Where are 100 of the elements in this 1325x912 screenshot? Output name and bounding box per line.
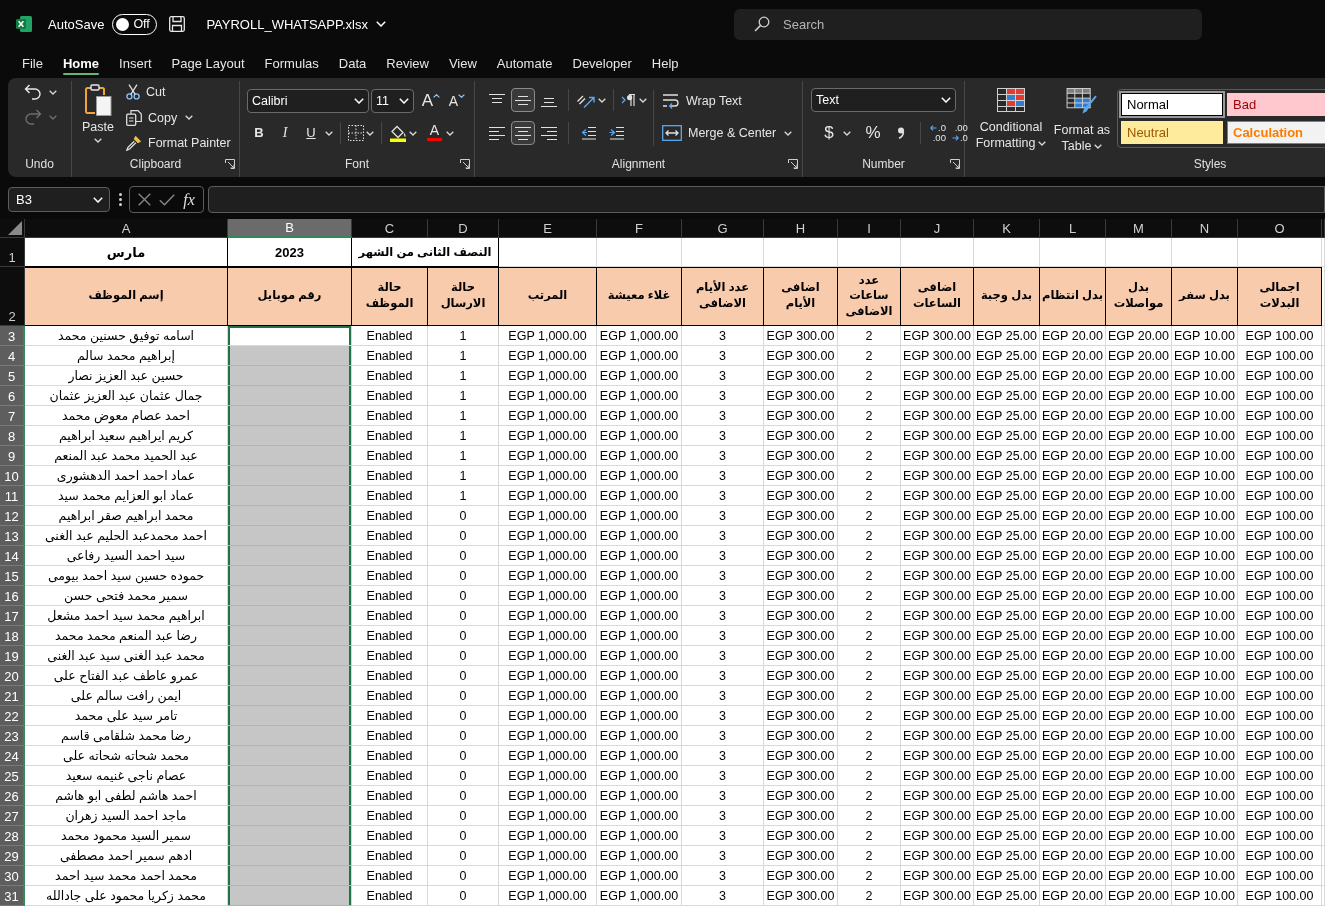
column-header[interactable]: B [228, 219, 352, 238]
insert-function-button[interactable]: fx [183, 190, 195, 209]
menu-tab[interactable]: Review [376, 48, 439, 78]
column-header[interactable]: L [1040, 219, 1106, 238]
selected-cell[interactable] [228, 866, 352, 886]
menu-tab[interactable]: Data [328, 48, 377, 78]
currency-button[interactable]: $ [817, 122, 841, 144]
row-header[interactable]: 15 [0, 566, 25, 586]
row-header[interactable]: 14 [0, 546, 25, 566]
formula-input[interactable] [208, 186, 1325, 213]
select-all-icon[interactable] [8, 221, 22, 235]
cell-style-option[interactable]: Bad [1227, 93, 1325, 116]
row-header[interactable]: 6 [0, 386, 25, 406]
column-header[interactable]: K [974, 219, 1040, 238]
row-header[interactable]: 29 [0, 846, 25, 866]
row-header[interactable]: 4 [0, 346, 25, 366]
decrease-indent-icon[interactable] [581, 126, 597, 140]
selected-cell[interactable] [228, 626, 352, 646]
row-header[interactable]: 16 [0, 586, 25, 606]
column-header[interactable]: M [1106, 219, 1172, 238]
menu-tab[interactable]: Developer [562, 48, 642, 78]
selected-cell[interactable] [228, 806, 352, 826]
selected-cell[interactable] [228, 366, 352, 386]
format-painter-button[interactable]: Format Painter [124, 132, 233, 154]
selected-cell[interactable] [228, 666, 352, 686]
column-header[interactable]: O [1238, 219, 1322, 238]
selected-cell[interactable] [228, 506, 352, 526]
row-header[interactable]: 19 [0, 646, 25, 666]
menu-tab[interactable]: Automate [486, 48, 563, 78]
row-header[interactable]: 30 [0, 866, 25, 886]
row-header[interactable]: 17 [0, 606, 25, 626]
row-header[interactable]: 13 [0, 526, 25, 546]
column-header[interactable]: G [682, 219, 764, 238]
selected-cell[interactable] [228, 546, 352, 566]
row-header[interactable]: 24 [0, 746, 25, 766]
selected-cell[interactable] [228, 746, 352, 766]
row-header[interactable]: 12 [0, 506, 25, 526]
selected-cell[interactable] [228, 766, 352, 786]
selected-cell[interactable] [228, 706, 352, 726]
row-header[interactable]: 1 [0, 238, 25, 267]
selected-cell[interactable] [228, 826, 352, 846]
text-direction-icon[interactable] [621, 93, 637, 107]
selected-cell[interactable] [228, 566, 352, 586]
row-header[interactable]: 26 [0, 786, 25, 806]
column-header[interactable]: E [499, 219, 597, 238]
menu-tab[interactable]: Page Layout [161, 48, 255, 78]
column-header[interactable]: J [901, 219, 974, 238]
search-field[interactable]: Search [734, 8, 1202, 40]
more-icon[interactable] [119, 193, 122, 206]
underline-button[interactable]: U [299, 122, 323, 144]
selected-cell[interactable] [228, 786, 352, 806]
undo-icon[interactable] [24, 84, 42, 100]
comma-style-icon[interactable] [897, 127, 905, 139]
column-header[interactable]: N [1172, 219, 1238, 238]
row-header[interactable]: 2 [0, 267, 25, 326]
italic-button[interactable]: I [273, 122, 297, 144]
fill-bucket-icon[interactable] [389, 124, 407, 142]
selected-cell[interactable] [228, 446, 352, 466]
file-name-button[interactable]: PAYROLL_WHATSAPP.xlsx [206, 16, 386, 32]
row-header[interactable]: 3 [0, 326, 25, 346]
selected-cell[interactable] [228, 646, 352, 666]
dialog-launcher-icon[interactable] [950, 159, 960, 169]
percent-button[interactable]: % [861, 122, 885, 144]
row-header[interactable]: 27 [0, 806, 25, 826]
wrap-text-button[interactable]: Wrap Text [660, 90, 793, 112]
align-center-button[interactable] [511, 121, 535, 145]
paste-button[interactable]: Paste [80, 81, 116, 154]
cut-button[interactable]: Cut [124, 81, 233, 103]
selected-cell[interactable] [228, 586, 352, 606]
column-header[interactable]: F [597, 219, 682, 238]
decrease-decimal-button[interactable]: .00 .0 [949, 121, 970, 145]
cancel-icon[interactable] [138, 193, 152, 206]
selected-cell[interactable] [228, 346, 352, 366]
search-input[interactable]: Search [783, 12, 1202, 36]
selected-cell[interactable] [228, 426, 352, 446]
menu-tab[interactable]: Help [641, 48, 689, 78]
cell-style-option[interactable]: Neutral [1121, 121, 1223, 144]
selected-cell[interactable] [228, 686, 352, 706]
row-header[interactable]: 11 [0, 486, 25, 506]
selected-cell[interactable] [228, 526, 352, 546]
number-format-dropdown[interactable]: Text [811, 88, 956, 112]
name-box[interactable]: B3 [8, 187, 110, 212]
selected-cell[interactable] [228, 386, 352, 406]
cell-style-option[interactable]: Normal [1121, 93, 1223, 116]
enter-icon[interactable] [159, 193, 176, 206]
active-cell[interactable] [228, 326, 352, 346]
column-header[interactable]: D [428, 219, 499, 238]
row-header[interactable]: 31 [0, 886, 25, 906]
row-header[interactable]: 28 [0, 826, 25, 846]
selected-cell[interactable] [228, 466, 352, 486]
menu-tab[interactable]: Formulas [254, 48, 329, 78]
increase-decimal-button[interactable]: .0 .00 [928, 121, 948, 145]
dialog-launcher-icon[interactable] [788, 159, 798, 169]
font-family-dropdown[interactable]: Calibri [247, 89, 369, 113]
row-header[interactable]: 7 [0, 406, 25, 426]
grow-font-button[interactable]: A [419, 90, 443, 112]
column-header[interactable]: C [352, 219, 428, 238]
row-header[interactable]: 20 [0, 666, 25, 686]
dialog-launcher-icon[interactable] [460, 159, 470, 169]
selected-cell[interactable] [228, 406, 352, 426]
